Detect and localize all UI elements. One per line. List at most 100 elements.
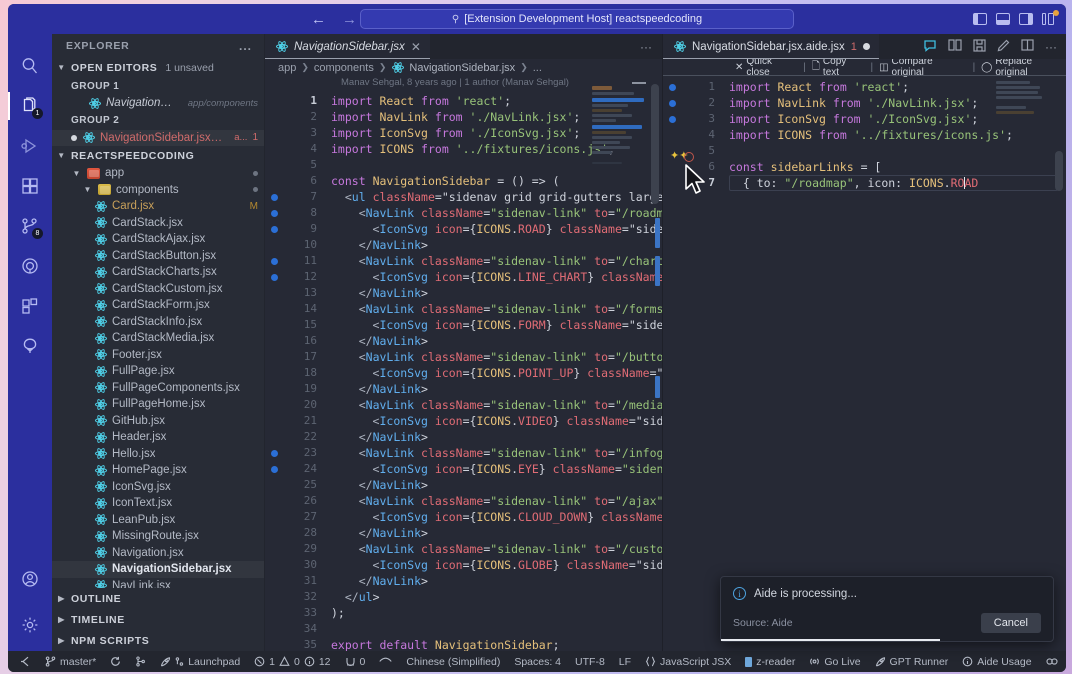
activity-item-search[interactable]	[8, 46, 52, 86]
status-go-live[interactable]: Go Live	[802, 651, 867, 672]
tab-navigationsidebar[interactable]: NavigationSidebar.jsx ✕	[265, 34, 430, 59]
section-outline[interactable]: ▶ OUTLINE	[52, 588, 264, 609]
tree-file-item[interactable]: IconText.jsx	[52, 495, 264, 512]
tree-file-item[interactable]: FullPageComponents.jsx	[52, 380, 264, 397]
editor-actions-group-1: ···	[640, 34, 662, 59]
minimap-slider[interactable]	[632, 82, 646, 84]
save-icon[interactable]	[973, 38, 986, 55]
activity-item-explorer[interactable]: 1	[8, 86, 52, 126]
status-watch[interactable]	[372, 651, 399, 672]
cancel-button[interactable]: Cancel	[980, 613, 1041, 633]
split-editor-icon[interactable]	[1021, 39, 1034, 54]
breadcrumb-components[interactable]: components	[314, 62, 374, 74]
aide-chat-icon[interactable]	[923, 39, 937, 55]
tree-file-item[interactable]: Navigation.jsx	[52, 545, 264, 562]
activity-item-account[interactable]	[8, 559, 52, 599]
minimap-group-1[interactable]	[590, 76, 648, 651]
status-eol[interactable]: LF	[612, 651, 638, 672]
status-encoding[interactable]: UTF-8	[568, 651, 612, 672]
split-diff-icon[interactable]	[948, 39, 962, 54]
tree-file-item[interactable]: IconSvg.jsx	[52, 479, 264, 496]
tree-file-item[interactable]: NavLink.jsx	[52, 578, 264, 588]
editor-scrollbar-group-1[interactable]	[651, 84, 659, 204]
status-launchpad[interactable]: Launchpad	[153, 651, 247, 672]
status-remote-window[interactable]	[16, 651, 38, 672]
activity-item-timeline-tree[interactable]	[8, 326, 52, 366]
status-feedback[interactable]	[1039, 651, 1065, 672]
status-sync[interactable]	[103, 651, 128, 672]
explorer-badge: 1	[32, 108, 43, 119]
chevron-right-icon: ▶	[58, 636, 65, 645]
explorer-more-actions-icon[interactable]: ...	[239, 39, 252, 53]
command-center[interactable]: ⚲ [Extension Development Host] reactspee…	[360, 9, 794, 29]
open-editor-item[interactable]: NavigationSidebar.jsx.aide.jsx a... 1	[52, 129, 264, 147]
status-z-reader[interactable]: z-reader	[738, 651, 802, 672]
status-gpt-runner[interactable]: GPT Runner	[868, 651, 956, 672]
tree-file-item[interactable]: FullPageHome.jsx	[52, 396, 264, 413]
code-text: </NavLink>	[358, 286, 428, 300]
status-aide-usage[interactable]: Aide Usage	[955, 651, 1038, 672]
explorer-tree[interactable]: ▼ OPEN EDITORS 1 unsaved GROUP 1 Navigat…	[52, 58, 264, 588]
tree-folder-app[interactable]: ▼ app	[52, 165, 264, 182]
tree-file-item[interactable]: MissingRoute.jsx	[52, 528, 264, 545]
section-npm-scripts[interactable]: ▶ NPM SCRIPTS	[52, 630, 264, 651]
open-editor-item[interactable]: NavigationSidebar.jsx app/components	[52, 95, 264, 112]
activity-item-layout-blocks[interactable]	[8, 286, 52, 326]
tree-file-item[interactable]: CardStackCharts.jsx	[52, 264, 264, 281]
status-spell[interactable]: Spell	[1065, 651, 1066, 672]
toggle-secondary-sidebar-icon[interactable]	[1019, 13, 1033, 25]
tree-folder-components[interactable]: ▼ components	[52, 182, 264, 199]
tree-file-item[interactable]: LeanPub.jsx	[52, 512, 264, 529]
breadcrumb-symbol[interactable]: ...	[533, 62, 542, 74]
tab-navigationsidebar-aide[interactable]: NavigationSidebar.jsx.aide.jsx 1	[663, 34, 879, 59]
activity-item-aide-chat[interactable]	[8, 246, 52, 286]
tree-file-item[interactable]: GitHub.jsx	[52, 413, 264, 430]
code-editor-group-1[interactable]: Manav Sehgal, 8 years ago | 1 author (Ma…	[265, 76, 662, 651]
tree-file-item[interactable]: CardStackCustom.jsx	[52, 281, 264, 298]
status-indentation[interactable]: Spaces: 4	[507, 651, 568, 672]
minimap-group-2[interactable]	[994, 75, 1052, 651]
tree-file-item[interactable]: FullPage.jsx	[52, 363, 264, 380]
status-ports[interactable]: 0	[338, 651, 373, 672]
section-open-editors[interactable]: ▼ OPEN EDITORS 1 unsaved	[52, 58, 264, 77]
more-actions-icon[interactable]: ···	[640, 40, 652, 54]
tree-file-item[interactable]: Header.jsx	[52, 429, 264, 446]
tree-file-item[interactable]: CardStackAjax.jsx	[52, 231, 264, 248]
tree-file-item[interactable]: Hello.jsx	[52, 446, 264, 463]
tree-file-item[interactable]: CardStackForm.jsx	[52, 297, 264, 314]
editor-scrollbar-group-2[interactable]	[1055, 151, 1063, 191]
activity-item-source-control[interactable]: 8	[8, 206, 52, 246]
tree-file-item[interactable]: HomePage.jsx	[52, 462, 264, 479]
more-actions-icon[interactable]: ···	[1045, 40, 1057, 54]
breadcrumb[interactable]: app ❯ components ❯ NavigationSidebar.jsx…	[265, 59, 662, 76]
status-language-pack[interactable]: Chinese (Simplified)	[399, 651, 507, 672]
breadcrumb-file[interactable]: NavigationSidebar.jsx	[409, 62, 515, 74]
status-git-graph[interactable]	[128, 651, 153, 672]
close-icon[interactable]: ✕	[411, 40, 421, 54]
edit-icon[interactable]	[997, 39, 1010, 55]
activity-item-run-and-debug[interactable]	[8, 126, 52, 166]
tree-file-item[interactable]: NavigationSidebar.jsx	[52, 561, 264, 578]
notification-footer: Source: Aide Cancel	[733, 613, 1041, 633]
status-problems[interactable]: 1 0 12	[247, 651, 337, 672]
tree-file-item[interactable]: CardStackInfo.jsx	[52, 314, 264, 331]
code-editor-group-2[interactable]: 1 import React from 'react'; 2 import NavLi…	[663, 75, 1066, 651]
arrow-left-icon[interactable]: ←	[311, 12, 326, 27]
toggle-primary-sidebar-icon[interactable]	[973, 13, 987, 25]
status-branch[interactable]: master*	[38, 651, 103, 672]
activity-item-extensions[interactable]	[8, 166, 52, 206]
activity-item-settings[interactable]	[8, 605, 52, 645]
notification-toast[interactable]: i Aide is processing... Source: Aide Can…	[720, 576, 1054, 642]
customize-layout-icon[interactable]	[1042, 10, 1059, 25]
breadcrumb-app[interactable]: app	[278, 62, 296, 74]
tree-file-item[interactable]: Footer.jsx	[52, 347, 264, 364]
tree-file-item[interactable]: CardStackButton.jsx	[52, 248, 264, 265]
section-workspace[interactable]: ▼ REACTSPEEDCODING	[52, 146, 264, 165]
arrow-right-icon[interactable]: →	[342, 12, 357, 27]
section-timeline[interactable]: ▶ TIMELINE	[52, 609, 264, 630]
tree-file-item[interactable]: Card.jsx M	[52, 198, 264, 215]
tree-file-item[interactable]: CardStack.jsx	[52, 215, 264, 232]
tree-file-item[interactable]: CardStackMedia.jsx	[52, 330, 264, 347]
toggle-panel-icon[interactable]	[996, 13, 1010, 25]
status-language-mode[interactable]: JavaScript JSX	[638, 651, 738, 672]
